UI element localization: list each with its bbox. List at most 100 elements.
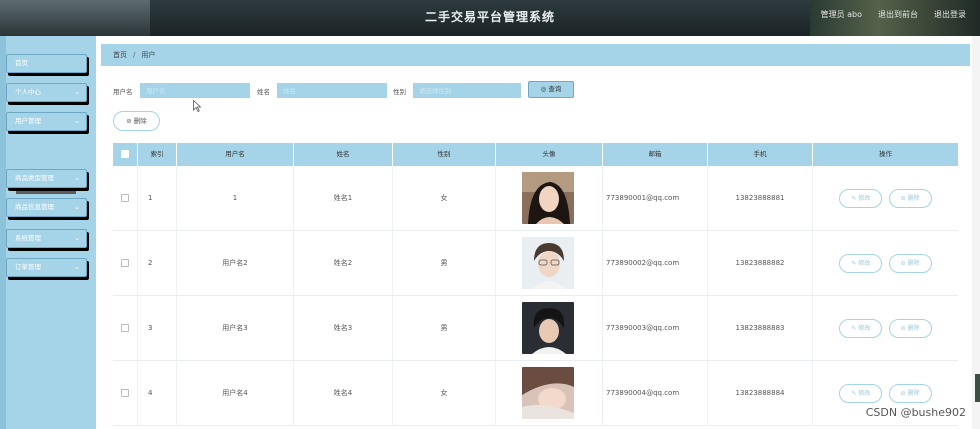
cell-username: 用户名3 [177,296,294,360]
select-all-checkbox[interactable] [121,150,129,158]
cell-phone: 13823888883 [708,296,813,360]
cell-index: 4 [138,361,177,425]
row-select-cell [113,296,138,360]
sidebar-item-label: 商品信息管理 [15,203,54,211]
sidebar-item-label: 商品类型管理 [15,174,54,182]
sidebar-item-label: 用户管理 [15,117,41,125]
sidebar-item-system[interactable]: 系统管理 ⌄ [6,229,87,248]
cell-phone: 13823888884 [708,361,813,425]
delete-button[interactable]: ⊘ 删除 [888,253,932,273]
delete-button[interactable]: ⊘ 删除 [888,383,932,403]
avatar [522,237,574,289]
batch-delete-button[interactable]: ⊘ 删除 [113,111,160,131]
column-header-phone: 手机 [708,143,813,166]
delete-button[interactable]: ⊘ 删除 [888,188,932,208]
cell-gender: 男 [393,231,496,295]
sidebar-item-orders[interactable]: 订单管理 ⌄ [6,258,87,277]
avatar [522,367,574,419]
breadcrumb-separator: / [133,51,136,59]
cell-avatar [496,296,603,360]
csdn-watermark: CSDN @bushe902 [865,406,966,419]
cell-avatar [496,166,603,230]
edit-button[interactable]: ✎ 修改 [839,188,883,208]
sidebar-item-users[interactable]: 用户管理 ⌄ [6,112,87,131]
table-row: 1 1 姓名1 女 773890001@qq.com 13823888881 ✎… [113,166,958,231]
cell-gender: 女 [393,166,496,230]
avatar [522,302,574,354]
edit-button[interactable]: ✎ 修改 [839,253,883,273]
row-checkbox[interactable] [121,259,129,267]
sidebar-item-profile[interactable]: 个人中心 ⌄ [6,83,87,102]
cell-username: 用户名2 [177,231,294,295]
chevron-down-icon: ⌄ [74,203,80,211]
column-header-email: 邮箱 [603,143,708,166]
column-header-avatar: 头像 [496,143,603,166]
cell-actions: ✎ 修改 ⊘ 删除 [813,231,958,295]
cell-name: 姓名1 [294,166,393,230]
column-header-name: 姓名 [294,143,393,166]
cell-username: 1 [177,166,294,230]
sidebar-item-product-types[interactable]: 商品类型管理 ⌄ [6,169,87,188]
header-links: 管理员 abo 退出到前台 退出登录 [821,9,966,20]
chevron-down-icon: ⌄ [74,234,80,242]
gender-select[interactable] [413,83,521,98]
cell-phone: 13823888882 [708,231,813,295]
row-checkbox[interactable] [121,389,129,397]
table-row: 4 用户名4 姓名4 女 773890004@qq.com 1382388888… [113,361,958,426]
admin-user-link[interactable]: 管理员 abo [821,9,862,20]
cell-email: 773890001@qq.com [603,166,708,230]
cell-name: 姓名3 [294,296,393,360]
select-all-cell [113,143,138,166]
chevron-down-icon: ⌄ [74,263,80,271]
edit-button[interactable]: ✎ 修改 [839,318,883,338]
cell-email: 773890004@qq.com [603,361,708,425]
search-button[interactable]: ◎ 查询 [528,81,574,98]
column-header-index: 索引 [138,143,177,166]
right-scrollbar-track[interactable] [972,36,980,429]
username-label: 用户名 [113,88,133,96]
cell-username: 用户名4 [177,361,294,425]
breadcrumb-home[interactable]: 首页 [113,51,127,59]
cell-index: 2 [138,231,177,295]
cell-actions: ✎ 修改 ⊘ 删除 [813,166,958,230]
sidebar-item-product-info[interactable]: 商品信息管理 ⌄ [6,198,87,217]
sidebar-item-label: 个人中心 [15,88,41,96]
table-row: 2 用户名2 姓名2 男 773890002@qq.com 1382388888… [113,231,958,296]
column-header-username: 用户名 [177,143,294,166]
edit-button[interactable]: ✎ 修改 [839,383,883,403]
sidebar-item-label: 系统管理 [15,234,41,242]
delete-button[interactable]: ⊘ 删除 [888,318,932,338]
avatar [522,172,574,224]
mouse-cursor-icon [193,100,201,112]
cell-name: 姓名2 [294,231,393,295]
cell-phone: 13823888881 [708,166,813,230]
exit-to-frontend-link[interactable]: 退出到前台 [878,9,918,20]
cell-email: 773890003@qq.com [603,296,708,360]
sidebar-item-home[interactable]: 首页 [6,54,87,73]
table-header: 索引 用户名 姓名 性别 头像 邮箱 手机 操作 [113,143,958,166]
name-label: 姓名 [257,88,270,96]
cell-index: 3 [138,296,177,360]
breadcrumb-current: 用户 [141,51,156,59]
sidebar: 首页 个人中心 ⌄ 用户管理 ⌄ 用户 商品类型管理 ⌄ 商品信息管理 ⌄ 系统… [0,36,96,429]
row-select-cell [113,231,138,295]
table-row: 3 用户名3 姓名3 男 773890003@qq.com 1382388888… [113,296,958,361]
sidebar-item-label: 首页 [15,59,28,67]
row-checkbox[interactable] [121,194,129,202]
chevron-down-icon: ⌄ [74,88,80,96]
cell-gender: 女 [393,361,496,425]
chevron-down-icon: ⌄ [74,117,80,125]
cell-name: 姓名4 [294,361,393,425]
cell-email: 773890002@qq.com [603,231,708,295]
username-input[interactable] [140,83,250,98]
cell-gender: 男 [393,296,496,360]
right-scrollbar-thumb[interactable] [975,374,980,402]
name-input[interactable] [277,83,387,98]
column-header-gender: 性别 [393,143,496,166]
sidebar-item-label: 订单管理 [15,263,41,271]
logout-link[interactable]: 退出登录 [934,9,966,20]
column-header-actions: 操作 [879,150,892,158]
chevron-down-icon: ⌄ [74,174,80,182]
row-checkbox[interactable] [121,324,129,332]
row-select-cell [113,361,138,425]
